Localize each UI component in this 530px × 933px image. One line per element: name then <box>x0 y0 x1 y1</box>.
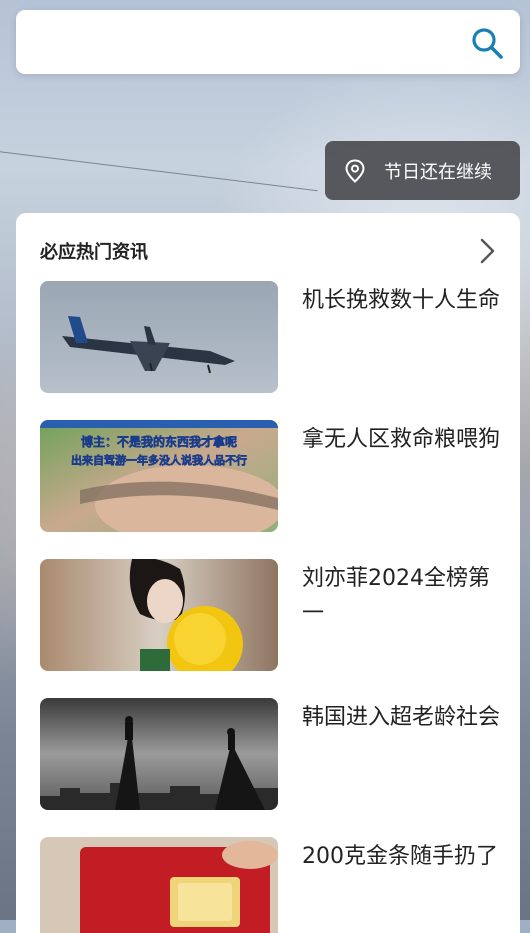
card-title: 必应热门资讯 <box>40 242 148 263</box>
location-chip-label: 节日还在继续 <box>384 161 492 183</box>
chevron-right-icon[interactable] <box>478 237 498 265</box>
gold-bar-image[interactable] <box>40 837 278 933</box>
thumb-caption-line1: 博主：不是我的东西我才拿呢 <box>81 434 237 449</box>
news-title[interactable]: 200克金条随手扔了 <box>302 839 502 933</box>
thumb-caption-line2: 出来自驾游一年多没人说我人品不行 <box>71 453 247 467</box>
search-icon[interactable] <box>470 26 504 60</box>
location-pin-icon <box>345 158 365 183</box>
portrait-flowers-image[interactable] <box>40 559 278 671</box>
hot-news-card: 必应热门资讯 机长挽救数十人生命 博主：不是我的东西我才拿呢 出来自驾游一年多没… <box>16 213 520 933</box>
background-wire <box>0 150 318 192</box>
location-chip[interactable]: 节日还在继续 <box>325 141 520 200</box>
news-item[interactable]: 机长挽救数十人生命 <box>40 281 510 393</box>
airplane-image[interactable] <box>40 281 278 393</box>
news-item[interactable]: 200克金条随手扔了 <box>40 837 510 933</box>
news-title[interactable]: 拿无人区救命粮喂狗 <box>302 422 502 532</box>
news-item[interactable]: 博主：不是我的东西我才拿呢 出来自驾游一年多没人说我人品不行 拿无人区救命粮喂狗 <box>40 420 510 532</box>
news-list: 机长挽救数十人生命 博主：不是我的东西我才拿呢 出来自驾游一年多没人说我人品不行… <box>40 281 510 933</box>
news-title[interactable]: 韩国进入超老龄社会 <box>302 700 502 810</box>
card-header: 必应热门资讯 <box>40 237 498 265</box>
news-item[interactable]: 韩国进入超老龄社会 <box>40 698 510 810</box>
silhouette-city-image[interactable] <box>40 698 278 810</box>
news-title[interactable]: 刘亦菲2024全榜第一 <box>302 561 502 671</box>
news-title[interactable]: 机长挽救数十人生命 <box>302 283 502 393</box>
search-bar[interactable] <box>16 10 520 74</box>
news-item[interactable]: 刘亦菲2024全榜第一 <box>40 559 510 671</box>
video-screenshot-image[interactable]: 博主：不是我的东西我才拿呢 出来自驾游一年多没人说我人品不行 <box>40 420 278 532</box>
